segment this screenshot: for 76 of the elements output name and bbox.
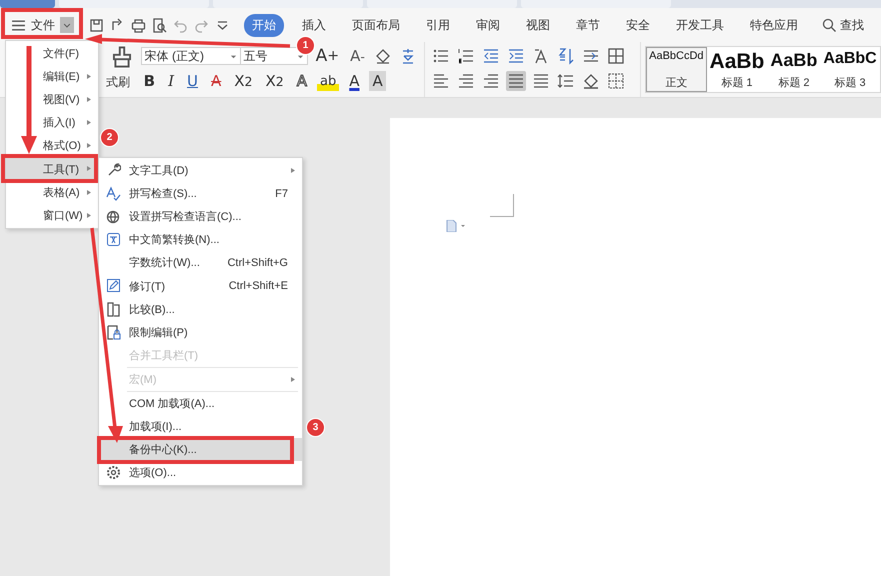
submenu-arrow-icon [87, 166, 91, 172]
ribbon-tab[interactable]: 引用 [418, 14, 458, 36]
submenu-arrow-icon [87, 212, 91, 218]
paintbrush-icon[interactable] [110, 46, 133, 68]
borders-icon[interactable] [606, 71, 626, 91]
ribbon-tab[interactable]: 页面布局 [344, 14, 408, 36]
ribbon-tab[interactable]: 视图 [518, 14, 558, 36]
edit-document-icon [106, 278, 121, 294]
wrench-icon [106, 163, 121, 178]
print-icon[interactable] [131, 18, 146, 32]
format-painter-label[interactable]: 式刷 [100, 74, 130, 91]
menu-item[interactable]: 视图(V) [6, 88, 98, 112]
underline-button[interactable]: U [184, 71, 201, 91]
style-preset[interactable]: AaBbC 标题 3 [820, 47, 880, 92]
margin-corner-mark [490, 194, 514, 217]
strike-button[interactable]: A [208, 71, 224, 91]
menu-item[interactable]: 加载项(I)... [99, 415, 302, 438]
menu-icon [11, 18, 26, 32]
submenu-arrow-icon [87, 143, 91, 148]
submenu-arrow-icon [291, 376, 295, 382]
print-preview-icon[interactable] [152, 18, 167, 32]
bold-button[interactable]: B [140, 71, 158, 91]
table-icon[interactable] [606, 46, 626, 66]
menu-item[interactable]: 限制编辑(P) [99, 320, 302, 344]
menu-item[interactable]: 格式(O) [6, 134, 98, 158]
outline-button[interactable]: A [294, 71, 310, 91]
style-preset[interactable]: AaBb 标题 1 [706, 47, 768, 92]
menu-item[interactable]: 选项(O)... [99, 461, 302, 484]
file-menu-button[interactable]: 文件 [8, 14, 77, 36]
ribbon-tab[interactable]: 开发工具 [668, 14, 732, 36]
save-icon[interactable] [89, 18, 104, 32]
menu-item[interactable]: 字数统计(W)... Ctrl+Shift+G [99, 251, 302, 274]
submenu-arrow-icon [87, 74, 91, 80]
submenu-arrow-icon [291, 168, 295, 173]
search-button[interactable]: 查找 [816, 16, 870, 34]
character-box-icon [106, 232, 121, 248]
compare-documents-icon [106, 302, 121, 317]
numbered-list-icon[interactable] [456, 46, 476, 66]
menu-item[interactable]: 插入(I) [6, 111, 98, 134]
menu-item[interactable]: 表格(A) [6, 180, 98, 204]
submenu-arrow-icon [87, 120, 91, 126]
menu-item[interactable]: COM 加载项(A)... [99, 392, 302, 416]
globe-icon [106, 209, 121, 224]
justify-icon[interactable] [506, 71, 526, 91]
shade-button[interactable]: A [369, 71, 386, 91]
menu-item[interactable]: 文字工具(D) [99, 159, 302, 182]
ribbon-tab[interactable]: 审阅 [468, 14, 508, 36]
menu-item[interactable]: 中文简繁转换(N)... [99, 228, 302, 252]
menu-item[interactable]: 文件(F) [6, 42, 98, 66]
menu-item[interactable]: 窗口(W) [6, 204, 98, 227]
step-badge: 2 [100, 128, 119, 147]
submenu-arrow-icon [87, 190, 91, 195]
step-badge: 3 [306, 418, 325, 437]
menu-item[interactable]: 拼写检查(S)... F7 [99, 182, 302, 206]
color-button[interactable]: A [346, 71, 362, 91]
locked-document-icon [106, 324, 121, 340]
ribbon-tab[interactable]: 安全 [618, 14, 658, 36]
ribbon-tab[interactable]: 特色应用 [742, 14, 806, 36]
style-preset[interactable]: AaBb 标题 2 [767, 47, 820, 92]
style-preset[interactable]: AaBbCcDd 正文 [646, 47, 707, 92]
spell-check-icon [106, 186, 121, 202]
italic-button[interactable]: I [165, 71, 178, 91]
font-name-select[interactable]: 宋体 (正文) [140, 47, 241, 65]
font-size-select[interactable]: 五号 [240, 47, 308, 65]
menu-item[interactable]: 设置拼写检查语言(C)... [99, 205, 302, 228]
menu-item[interactable]: 编辑(E) [6, 65, 98, 88]
gear-icon [106, 465, 121, 480]
ribbon-tab[interactable]: 插入 [294, 14, 334, 36]
menu-item[interactable]: 比较(B)... [99, 298, 302, 321]
submenu-arrow-icon [87, 97, 91, 102]
search-icon [822, 18, 837, 32]
caret-icon [296, 52, 304, 60]
caret-icon [230, 52, 237, 60]
ribbon-tab[interactable]: 章节 [568, 14, 608, 36]
ribbon-tab[interactable]: 开始 [244, 14, 284, 36]
menu-item[interactable]: 修订(T) Ctrl+Shift+E [99, 274, 302, 298]
